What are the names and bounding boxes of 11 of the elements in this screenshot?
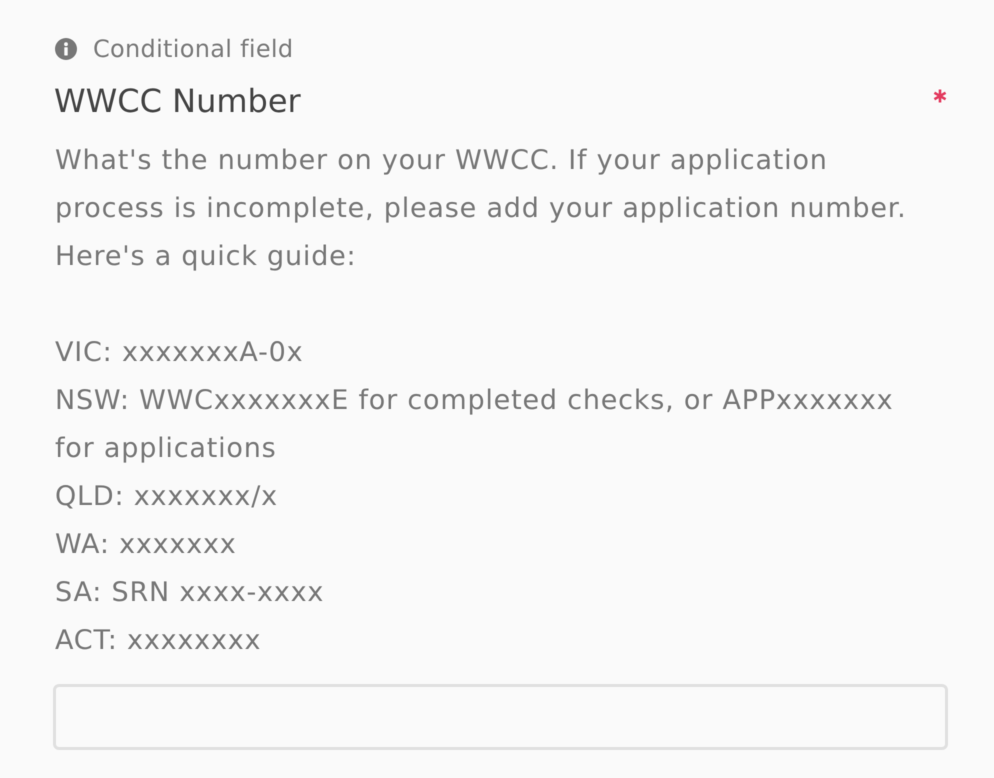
info-icon [55, 38, 77, 60]
guide-line: WA: xxxxxxx [55, 528, 238, 562]
guide-line: ACT: xxxxxxxx [55, 624, 262, 658]
guide-line: VIC: xxxxxxxA-0x [55, 336, 304, 370]
conditional-note: Conditional field [93, 34, 294, 64]
field-label: WWCC Number [54, 81, 301, 121]
guide-line: NSW: WWCxxxxxxxE for completed checks, or APPxxxxxxx for applications [55, 384, 894, 466]
input-field[interactable] [53, 684, 948, 750]
field-description: What's the number on your WWCC. If your application process is incomplete, please add your application number. Here's a quick guide: [54, 144, 908, 274]
guide-line: SA: SRN xxxx-xxxx [55, 576, 326, 610]
guide-line: QLD: xxxxxxx/x [55, 480, 279, 514]
